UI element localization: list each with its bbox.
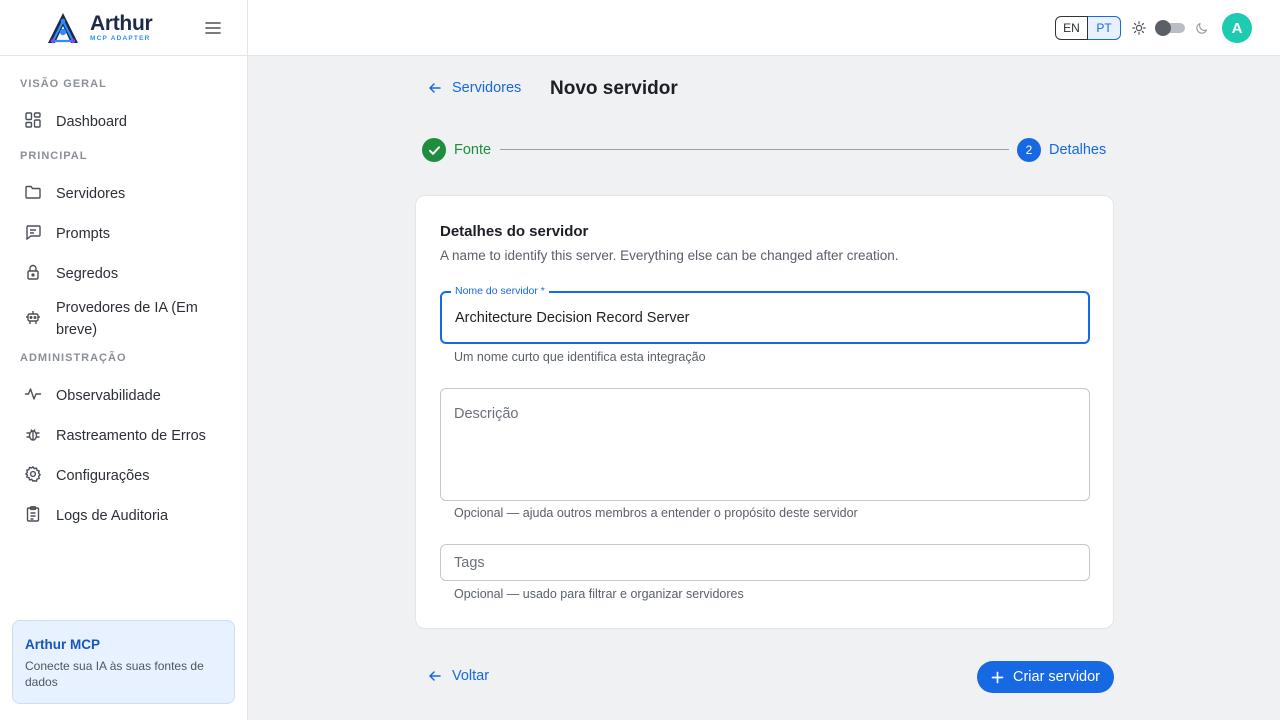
description-helper: Opcional — ajuda outros membros a entend… (454, 506, 858, 520)
back-button[interactable]: Voltar (428, 668, 489, 684)
back-button-label: Voltar (452, 668, 490, 684)
step-fonte-indicator (422, 138, 446, 162)
promo-title: Arthur MCP (25, 637, 100, 652)
server-details-card: Detalhes do servidor A name to identify … (415, 195, 1114, 629)
sidebar: Arthur MCP ADAPTER VISÃO GERAL Dashboard… (0, 0, 248, 720)
sidebar-item-observabilidade[interactable]: Observabilidade (0, 374, 247, 414)
lang-button-en[interactable]: EN (1055, 16, 1088, 40)
sun-icon (1132, 21, 1146, 35)
clipboard-icon (26, 506, 40, 522)
step-detalhes-indicator: 2 (1017, 138, 1041, 162)
promo-description: Conecte sua IA às suas fontes de dados (25, 659, 204, 689)
sidebar-nav: VISÃO GERAL Dashboard PRINCIPAL Servidor… (0, 56, 247, 534)
sidebar-item-rastreamento-erros[interactable]: Rastreamento de Erros (0, 414, 247, 454)
section-title-visao-geral: VISÃO GERAL (20, 78, 107, 90)
step-fonte-label: Fonte (454, 142, 492, 158)
sidebar-item-label: Servidores (56, 186, 126, 202)
server-name-field: Nome do servidor * (440, 285, 1090, 344)
folder-icon (25, 185, 41, 199)
lang-button-pt[interactable]: PT (1088, 16, 1121, 40)
server-name-input[interactable] (442, 293, 1088, 342)
sidebar-item-configuracoes[interactable]: Configurações (0, 454, 247, 494)
stepper: Fonte 2 Detalhes (422, 138, 1112, 162)
moon-icon (1196, 22, 1208, 34)
page-title: Novo servidor (550, 78, 678, 99)
arrow-left-icon (429, 671, 441, 681)
back-link-label: Servidores (452, 80, 522, 96)
create-server-button[interactable]: Criar servidor (977, 661, 1114, 693)
sidebar-item-logs-auditoria[interactable]: Logs de Auditoria (0, 494, 247, 534)
back-to-servers-link[interactable]: Servidores (428, 80, 521, 96)
sidebar-item-dashboard[interactable]: Dashboard (0, 100, 247, 140)
description-field (440, 388, 1090, 501)
sidebar-item-label: Provedores de IA (Em breve) (56, 300, 198, 338)
sidebar-item-label: Configurações (56, 468, 150, 484)
step-connector (500, 149, 1009, 150)
sidebar-item-provedores-ia[interactable]: Provedores de IA (Em breve) (0, 292, 247, 348)
step-detalhes-label: Detalhes (1049, 142, 1107, 158)
sidebar-item-label: Observabilidade (56, 388, 161, 404)
tags-field (440, 544, 1090, 581)
sidebar-item-label: Dashboard (56, 114, 127, 130)
arrow-left-icon (429, 83, 441, 93)
user-avatar[interactable]: A (1222, 13, 1252, 43)
gear-icon (25, 466, 41, 482)
arthur-logo-icon (48, 12, 78, 43)
sidebar-item-label: Prompts (56, 226, 110, 242)
sidebar-item-label: Logs de Auditoria (56, 508, 169, 524)
tags-input[interactable] (441, 545, 1089, 580)
dashboard-icon (25, 112, 41, 128)
promo-card: Arthur MCP Conecte sua IA às suas fontes… (12, 620, 235, 704)
sidebar-item-label: Segredos (56, 266, 119, 282)
tags-helper: Opcional — usado para filtrar e organiza… (454, 587, 744, 601)
brand-name: Arthur (90, 11, 153, 35)
theme-toggle[interactable] (1155, 20, 1185, 36)
sidebar-item-segredos[interactable]: Segredos (0, 252, 247, 292)
plus-icon (991, 671, 1004, 683)
card-description: A name to identify this server. Everythi… (440, 248, 899, 263)
robot-icon (26, 311, 40, 324)
lock-icon (27, 264, 39, 280)
card-title: Detalhes do servidor (440, 223, 589, 240)
brand-subtitle: MCP ADAPTER (90, 34, 151, 42)
language-switcher: EN PT (1055, 16, 1121, 40)
create-server-label: Criar servidor (1012, 669, 1100, 685)
server-name-label: Nome do servidor * (451, 285, 549, 297)
section-title-administracao: ADMINISTRAÇÃO (20, 352, 127, 364)
sidebar-item-servidores[interactable]: Servidores (0, 172, 247, 212)
brand-header: Arthur MCP ADAPTER (0, 0, 247, 56)
activity-icon (24, 388, 42, 400)
hamburger-menu-icon[interactable] (204, 19, 222, 37)
topbar: EN PT A (248, 0, 1280, 56)
check-icon (428, 145, 440, 155)
sidebar-item-prompts[interactable]: Prompts (0, 212, 247, 252)
server-name-helper: Um nome curto que identifica esta integr… (454, 350, 706, 364)
sidebar-item-label: Rastreamento de Erros (56, 428, 206, 444)
section-title-principal: PRINCIPAL (20, 150, 88, 162)
message-icon (26, 225, 41, 241)
bug-icon (26, 429, 40, 441)
description-input[interactable] (441, 389, 1089, 500)
